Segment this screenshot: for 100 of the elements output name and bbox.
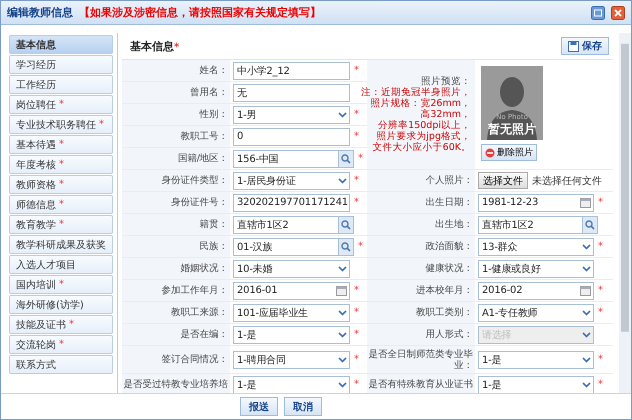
save-icon xyxy=(568,40,579,52)
photo-title: 暂无照片 xyxy=(488,121,536,138)
chevron-down-icon xyxy=(582,244,591,250)
select-field[interactable]: 1-是 xyxy=(233,376,350,393)
sidebar-item[interactable]: 学习经历 xyxy=(9,55,113,74)
choose-file-button[interactable]: 选择文件 xyxy=(478,172,528,189)
input-field[interactable]: 直辖市1区2 xyxy=(478,216,583,234)
field-label: 政治面貌： xyxy=(367,236,475,257)
input-field[interactable]: 直辖市1区2 xyxy=(233,216,339,234)
file-status: 未选择任何文件 xyxy=(532,174,602,188)
input-field[interactable]: 无 xyxy=(233,84,350,102)
sidebar-item[interactable]: 基本信息 xyxy=(9,35,113,54)
field-label: 出生地： xyxy=(367,214,475,235)
input-field[interactable]: 01-汉族 xyxy=(233,238,339,256)
sidebar-item[interactable]: 师德信息 * xyxy=(9,195,113,214)
submit-button[interactable]: 报送 xyxy=(240,397,278,416)
chevron-down-icon xyxy=(338,112,347,118)
section-title: 基本信息* xyxy=(130,38,180,54)
required-mark: * xyxy=(354,354,359,365)
sidebar-item[interactable]: 国内培训 * xyxy=(9,275,113,294)
date-field[interactable]: 2016-01 xyxy=(233,282,350,300)
calendar-icon xyxy=(580,286,591,296)
required-mark: * xyxy=(354,197,359,208)
sidebar-item[interactable]: 海外研修(访学) xyxy=(9,295,113,314)
chevron-down-icon xyxy=(582,332,591,338)
photo-label: 照片预览： xyxy=(421,76,471,87)
field-label: 教职工来源： xyxy=(122,302,230,323)
search-button[interactable] xyxy=(338,150,354,168)
sidebar-item[interactable]: 教师资格 * xyxy=(9,175,113,194)
field-label: 是否有特殊教育从业证书 xyxy=(367,374,475,393)
date-field[interactable]: 2016-02 xyxy=(478,282,594,300)
sidebar-item[interactable]: 基本待遇 * xyxy=(9,135,113,154)
chevron-down-icon xyxy=(582,356,591,362)
delete-photo-button[interactable]: 删除照片 xyxy=(481,144,537,161)
photo-note: 注：近期免冠半身照片， xyxy=(361,87,471,98)
sidebar-item[interactable]: 技能及证书 * xyxy=(9,315,113,334)
photo-note: 照片规格：宽26mm， xyxy=(370,98,471,109)
required-mark: * xyxy=(354,285,359,296)
select-field[interactable]: 1-健康或良好 xyxy=(478,260,594,278)
field-label: 民族： xyxy=(122,236,230,257)
field-label: 出生日期： xyxy=(367,192,475,213)
search-icon xyxy=(585,220,595,230)
close-icon[interactable] xyxy=(611,6,625,20)
required-mark: * xyxy=(598,307,603,318)
notice-text: 【如果涉及涉密信息，请按照国家有关规定填写】 xyxy=(79,5,321,20)
date-field[interactable]: 1981-12-23 xyxy=(478,194,594,212)
cancel-button[interactable]: 取消 xyxy=(284,397,322,416)
input-field[interactable]: 156-中国 xyxy=(233,150,339,168)
required-mark: * xyxy=(354,131,359,142)
search-icon xyxy=(341,154,351,164)
field-label: 性别： xyxy=(122,104,230,125)
sidebar-item[interactable]: 教育教学 * xyxy=(9,215,113,234)
photo-note: 文件大小应小于60K。 xyxy=(372,142,471,153)
required-mark: * xyxy=(598,354,603,365)
sidebar-item[interactable]: 入选人才项目 xyxy=(9,255,113,274)
sidebar-item[interactable]: 教学科研成果及获奖 xyxy=(9,235,113,254)
field-label: 籍贯： xyxy=(122,214,230,235)
select-field[interactable]: A1-专任教师 xyxy=(478,304,594,322)
sidebar-item[interactable]: 工作经历 xyxy=(9,75,113,94)
select-field[interactable]: 1-聘用合同 xyxy=(233,350,350,368)
search-button[interactable] xyxy=(338,216,354,234)
chevron-down-icon xyxy=(338,332,347,338)
scrollbar[interactable] xyxy=(619,33,631,393)
required-mark: * xyxy=(354,379,359,390)
select-field[interactable]: 101-应届毕业生 xyxy=(233,304,350,322)
field-label: 教职工类别： xyxy=(367,302,475,323)
chevron-down-icon xyxy=(582,382,591,388)
calendar-icon xyxy=(336,286,347,296)
select-field[interactable]: 1-是 xyxy=(478,350,594,368)
search-button[interactable] xyxy=(582,216,598,234)
required-mark: * xyxy=(598,285,603,296)
field-label: 是否受过特教专业培养培 xyxy=(122,374,230,393)
field-label: 姓名： xyxy=(122,60,230,81)
select-field[interactable]: 1-男 xyxy=(233,106,350,124)
search-button[interactable] xyxy=(338,238,354,256)
input-field[interactable]: 0 xyxy=(233,128,350,146)
sidebar-item[interactable]: 专业技术职务聘任 * xyxy=(9,115,113,134)
required-mark: * xyxy=(358,153,363,164)
required-mark: * xyxy=(358,241,363,252)
photo-note: 高32mm， xyxy=(420,109,471,120)
sidebar-item[interactable]: 联系方式 xyxy=(9,355,113,374)
chevron-down-icon xyxy=(582,266,591,272)
sidebar-item[interactable]: 年度考核 * xyxy=(9,155,113,174)
field-label: 国籍/地区： xyxy=(122,148,230,169)
sidebar-item[interactable]: 岗位聘任 * xyxy=(9,95,113,114)
select-field[interactable]: 10-未婚 xyxy=(233,260,350,278)
chevron-down-icon xyxy=(338,266,347,272)
input-field[interactable]: 中小学2_12 xyxy=(233,62,350,80)
sidebar-item[interactable]: 交流轮岗 * xyxy=(9,335,113,354)
field-label: 婚姻状况： xyxy=(122,258,230,279)
field-label: 教职工号： xyxy=(122,126,230,147)
input-field[interactable]: 320202197701171241 xyxy=(233,194,350,212)
calendar-icon xyxy=(580,198,591,208)
save-button[interactable]: 保存 xyxy=(561,37,609,55)
field-label: 曾用名： xyxy=(122,82,230,103)
restore-icon[interactable] xyxy=(591,6,605,20)
select-field[interactable]: 13-群众 xyxy=(478,238,594,256)
select-field[interactable]: 1-居民身份证 xyxy=(233,172,350,190)
required-mark: * xyxy=(354,329,359,340)
select-field[interactable]: 1-是 xyxy=(478,376,594,393)
